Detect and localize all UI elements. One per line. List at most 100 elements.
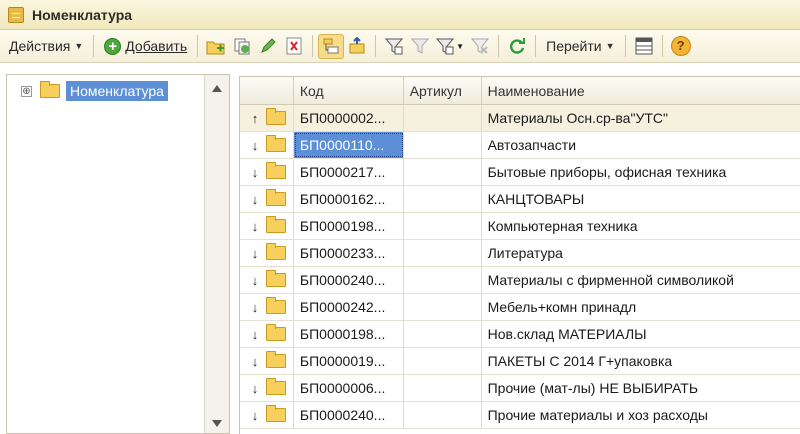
- cell-code[interactable]: БП0000242...: [294, 294, 404, 320]
- table-row[interactable]: ↓ БП0000240... Прочие материалы и хоз расх…: [240, 402, 800, 429]
- table-row[interactable]: ↓ БП0000110... Автозапчасти: [240, 132, 800, 159]
- cell-code[interactable]: БП0000217...: [294, 159, 404, 185]
- level-down-arrow-icon[interactable]: ↓: [250, 301, 260, 314]
- level-down-arrow-icon[interactable]: ↓: [250, 274, 260, 287]
- cell-code[interactable]: БП0000162...: [294, 186, 404, 212]
- cell-code[interactable]: БП0000240...: [294, 267, 404, 293]
- level-down-arrow-icon[interactable]: ↓: [250, 409, 260, 422]
- cell-name[interactable]: Прочие (мат-лы) НЕ ВЫБИРАТЬ: [482, 375, 800, 401]
- cell-name[interactable]: Материалы Осн.ср-ва"УТС": [481, 105, 800, 131]
- folder-icon: [40, 81, 60, 98]
- cell-article[interactable]: [404, 186, 482, 212]
- cell-name[interactable]: Бытовые приборы, офисная техника: [482, 159, 800, 185]
- cell-article[interactable]: [403, 105, 482, 131]
- cell-name[interactable]: КАНЦТОВАРЫ: [482, 186, 800, 212]
- edit-button[interactable]: [255, 34, 281, 59]
- level-down-arrow-icon[interactable]: ↓: [250, 247, 260, 260]
- goto-label: Перейти: [546, 38, 602, 54]
- refresh-button[interactable]: [504, 34, 530, 59]
- cell-code[interactable]: БП0000198...: [294, 321, 404, 347]
- cell-name[interactable]: Нов.склад МАТЕРИАЛЫ: [482, 321, 800, 347]
- tree-item-root[interactable]: ⊕ Номенклатура: [21, 81, 168, 101]
- table-row[interactable]: ↓ БП0000019... ПАКЕТЫ С 2014 Г+упаковка: [240, 348, 800, 375]
- level-down-arrow-icon[interactable]: ↓: [250, 355, 260, 368]
- edit-pencil-icon: [261, 38, 276, 53]
- expand-icon[interactable]: ⊕: [21, 85, 32, 97]
- table-row[interactable]: ↓ БП0000198... Компьютерная техника: [240, 213, 800, 240]
- row-icon-cell: ↓: [240, 375, 294, 401]
- cell-name[interactable]: ПАКЕТЫ С 2014 Г+упаковка: [482, 348, 800, 374]
- filter-disabled-icon: [411, 38, 430, 54]
- tree-scrollbar[interactable]: [204, 75, 229, 433]
- toolbar-divider: [661, 35, 663, 57]
- cell-code[interactable]: БП0000019...: [294, 348, 404, 374]
- filter-button[interactable]: [381, 34, 407, 59]
- filter-by-value-button[interactable]: [407, 34, 433, 59]
- level-up-arrow-icon[interactable]: ↑: [250, 112, 260, 125]
- delete-mark-button[interactable]: [281, 34, 307, 59]
- level-down-arrow-icon[interactable]: ↓: [250, 328, 260, 341]
- column-header-code[interactable]: Код: [294, 77, 404, 104]
- level-down-arrow-icon[interactable]: ↓: [250, 166, 260, 179]
- cell-article[interactable]: [404, 159, 482, 185]
- cell-code[interactable]: БП0000198...: [294, 213, 404, 239]
- cell-name[interactable]: Литература: [482, 240, 800, 266]
- table-row[interactable]: ↓ БП0000240... Материалы с фирменной симво…: [240, 267, 800, 294]
- cell-article[interactable]: [404, 132, 482, 158]
- cell-article[interactable]: [404, 213, 482, 239]
- row-icon-cell: ↓: [240, 240, 294, 266]
- table-row[interactable]: ↓ БП0000006... Прочие (мат-лы) НЕ ВЫБИРАТЬ: [240, 375, 800, 402]
- toolbar-divider: [498, 35, 500, 57]
- level-down-arrow-icon[interactable]: ↓: [250, 139, 260, 152]
- clear-filter-button[interactable]: [467, 34, 493, 59]
- cell-code[interactable]: БП0000002...: [293, 105, 404, 131]
- folder-icon: [266, 270, 286, 287]
- cell-code[interactable]: БП0000240...: [294, 402, 404, 428]
- level-down-arrow-icon[interactable]: ↓: [250, 220, 260, 233]
- cell-code[interactable]: БП0000110...: [293, 132, 404, 158]
- cell-article[interactable]: [404, 348, 482, 374]
- move-to-group-button[interactable]: [344, 34, 370, 59]
- cell-article[interactable]: [404, 402, 482, 428]
- table-row[interactable]: ↑ БП0000002... Материалы Осн.ср-ва"УТС": [240, 105, 800, 132]
- help-button[interactable]: ?: [668, 34, 694, 59]
- column-header-name[interactable]: Наименование: [482, 77, 800, 104]
- scroll-up-icon[interactable]: [212, 85, 222, 92]
- copy-icon: [234, 38, 250, 55]
- cell-article[interactable]: [404, 240, 482, 266]
- level-down-arrow-icon[interactable]: ↓: [250, 382, 260, 395]
- actions-menu-button[interactable]: Действия ▼: [4, 34, 88, 59]
- filter-history-button[interactable]: ▼: [433, 34, 467, 59]
- add-folder-button[interactable]: [203, 34, 229, 59]
- table-row[interactable]: ↓ БП0000217... Бытовые приборы, офисная те…: [240, 159, 800, 186]
- cell-article[interactable]: [404, 375, 482, 401]
- cell-article[interactable]: [404, 294, 482, 320]
- cell-code[interactable]: БП0000233...: [294, 240, 404, 266]
- table-row[interactable]: ↓ БП0000242... Мебель+комн принадл: [240, 294, 800, 321]
- cell-article[interactable]: [404, 321, 482, 347]
- hierarchy-view-button[interactable]: [318, 33, 345, 59]
- chevron-down-icon: ▼: [74, 41, 84, 51]
- add-button[interactable]: + Добавить: [99, 34, 192, 59]
- tree-item-label[interactable]: Номенклатура: [66, 81, 168, 101]
- cell-name[interactable]: Компьютерная техника: [482, 213, 800, 239]
- toolbar-divider: [624, 35, 626, 57]
- filter-dropdown-icon: [436, 38, 455, 55]
- list-settings-button[interactable]: [631, 34, 657, 59]
- folder-icon: [266, 162, 286, 179]
- cell-name[interactable]: Автозапчасти: [482, 132, 800, 158]
- column-header-icon[interactable]: [240, 77, 294, 104]
- cell-name[interactable]: Прочие материалы и хоз расходы: [482, 402, 800, 428]
- cell-article[interactable]: [404, 267, 482, 293]
- cell-name[interactable]: Мебель+комн принадл: [482, 294, 800, 320]
- cell-name[interactable]: Материалы с фирменной символикой: [482, 267, 800, 293]
- goto-menu-button[interactable]: Перейти ▼: [541, 34, 619, 59]
- cell-code[interactable]: БП0000006...: [294, 375, 404, 401]
- table-row[interactable]: ↓ БП0000198... Нов.склад МАТЕРИАЛЫ: [240, 321, 800, 348]
- table-row[interactable]: ↓ БП0000162... КАНЦТОВАРЫ: [240, 186, 800, 213]
- scroll-down-icon[interactable]: [212, 420, 222, 427]
- table-row[interactable]: ↓ БП0000233... Литература: [240, 240, 800, 267]
- copy-button[interactable]: [229, 34, 255, 59]
- column-header-article[interactable]: Артикул: [404, 77, 482, 104]
- level-down-arrow-icon[interactable]: ↓: [250, 193, 260, 206]
